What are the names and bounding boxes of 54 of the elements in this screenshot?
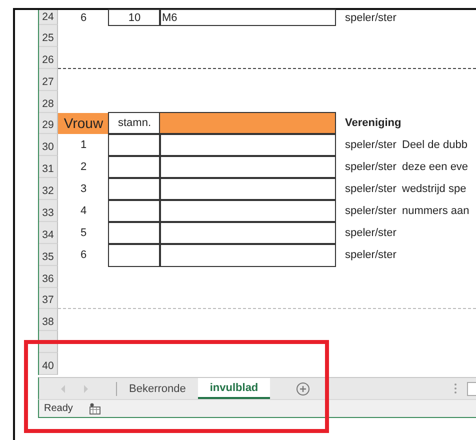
table-cell	[109, 178, 160, 200]
table-cell-text: 2	[79, 160, 88, 176]
row-header[interactable]: 38	[39, 309, 58, 332]
sheet-tab[interactable]: invulblad	[198, 378, 270, 399]
table-cell-text: 3	[79, 182, 88, 198]
row-header[interactable]: 29	[39, 112, 58, 134]
table-cell-text: speler/ster	[344, 226, 398, 241]
scroll-left-icon[interactable]	[61, 384, 66, 392]
status-text: Ready	[43, 403, 73, 414]
row-header[interactable]: 30	[39, 134, 58, 156]
table-cell-text: speler/ster	[344, 204, 398, 219]
table-header-cell: Vrouw	[58, 112, 109, 134]
row-header[interactable]: 37	[39, 288, 58, 310]
row-header[interactable]: 33	[39, 200, 58, 222]
table-cell-text: speler/ster	[344, 248, 398, 263]
table-cell-text: deze een eve	[401, 160, 468, 176]
table-cell	[109, 134, 160, 156]
row-header[interactable]: 28	[39, 90, 58, 112]
row-header[interactable]: 24	[39, 10, 58, 25]
row-header[interactable]: 25	[39, 25, 58, 47]
table-cell-text: wedstrijd spe	[401, 182, 466, 198]
table-cell-text: speler/ster	[344, 10, 398, 25]
scroll-right-icon[interactable]	[83, 384, 88, 392]
table-header-cell-text: Vereniging	[344, 116, 400, 132]
table-cell-text: 6	[79, 10, 88, 25]
add-sheet-icon[interactable]	[296, 382, 310, 396]
row-header[interactable]: 36	[39, 266, 58, 288]
table-cell: 10	[109, 10, 160, 25]
table-cell-text: Deel de dubb	[401, 138, 468, 154]
table-cell-text: nummers aan	[401, 204, 470, 219]
table-cell-text: 5	[79, 226, 88, 241]
table-cell	[109, 200, 160, 222]
row-header[interactable]: 34	[39, 222, 58, 244]
row-header[interactable]: 27	[39, 68, 58, 91]
row-header[interactable]: 26	[39, 46, 58, 69]
table-cell-text: 4	[79, 204, 88, 219]
scroll-button[interactable]	[467, 382, 476, 396]
row-header[interactable]: 31	[39, 156, 58, 178]
row-header[interactable]: 40	[39, 353, 58, 375]
table-header-cell: stamn.	[109, 112, 160, 134]
table-cell-text: 1	[79, 138, 88, 154]
sheet-tab[interactable]: Bekerronde	[117, 378, 198, 399]
table-cell: M6	[160, 10, 335, 25]
table-cell	[109, 222, 160, 244]
table-cell-text: speler/ster	[344, 160, 398, 176]
table-cell-text: speler/ster	[344, 138, 398, 154]
table-cell	[109, 244, 160, 266]
splitter-icon[interactable]	[454, 383, 457, 394]
table-cell-text: 6	[79, 248, 88, 263]
macro-record-icon[interactable]	[88, 402, 101, 414]
row-header[interactable]: 32	[39, 178, 58, 200]
table-cell	[109, 156, 160, 178]
table-cell-text: speler/ster	[344, 182, 398, 198]
row-header[interactable]: 35	[39, 244, 58, 266]
